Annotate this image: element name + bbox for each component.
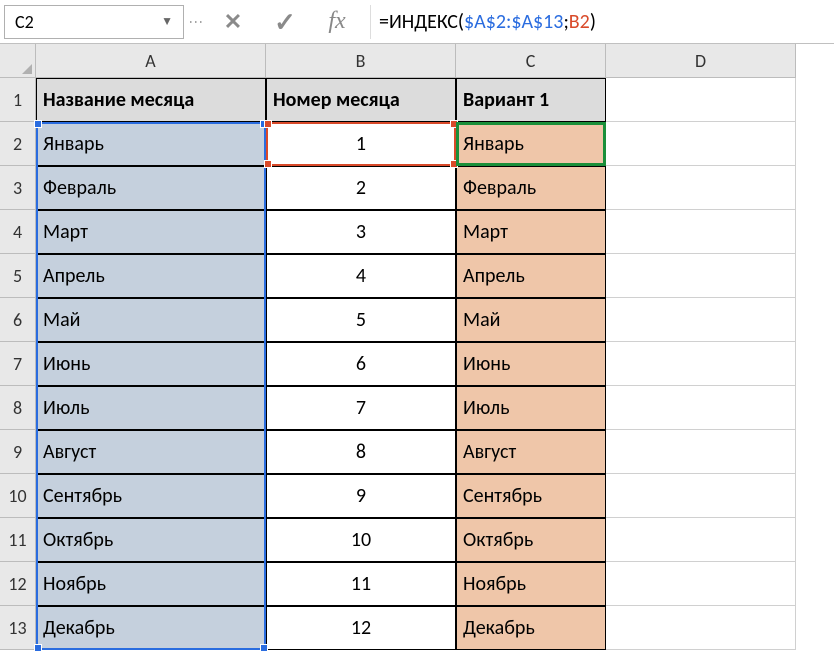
row-header-8[interactable]: 8	[0, 386, 36, 430]
confirm-icon: ✓	[274, 6, 296, 38]
cell-B1[interactable]: Номер месяца	[266, 78, 456, 122]
cell-B7[interactable]: 6	[266, 342, 456, 386]
cancel-button[interactable]: ✕	[208, 5, 258, 39]
cell-A4[interactable]: Март	[36, 210, 266, 254]
row-header-6[interactable]: 6	[0, 298, 36, 342]
cell-B11[interactable]: 10	[266, 518, 456, 562]
row-header-2[interactable]: 2	[0, 122, 36, 166]
cell-D13[interactable]	[606, 606, 796, 650]
grid: A B C D Название месяца Номер месяца Вар…	[36, 44, 796, 650]
name-box-dropdown-icon[interactable]: ▼	[161, 14, 173, 29]
row-header-10[interactable]: 10	[0, 474, 36, 518]
cell-D10[interactable]	[606, 474, 796, 518]
cell-B5[interactable]: 4	[266, 254, 456, 298]
cell-C12[interactable]: Ноябрь	[456, 562, 606, 606]
select-all-corner[interactable]	[0, 44, 36, 78]
cell-A7[interactable]: Июнь	[36, 342, 266, 386]
cell-A6[interactable]: Май	[36, 298, 266, 342]
row-header-9[interactable]: 9	[0, 430, 36, 474]
cell-D8[interactable]	[606, 386, 796, 430]
sheet-area: 1 2 3 4 5 6 7 8 9 10 11 12 13 A B C D На…	[0, 44, 834, 650]
cell-C13[interactable]: Декабрь	[456, 606, 606, 650]
cell-A13[interactable]: Декабрь	[36, 606, 266, 650]
row-header-13[interactable]: 13	[0, 606, 36, 650]
row-header-11[interactable]: 11	[0, 518, 36, 562]
row-header-3[interactable]: 3	[0, 166, 36, 210]
col-header-A[interactable]: A	[36, 44, 266, 78]
row-header-5[interactable]: 5	[0, 254, 36, 298]
cell-C8[interactable]: Июль	[456, 386, 606, 430]
cell-D4[interactable]	[606, 210, 796, 254]
name-box-value: C2	[15, 11, 34, 33]
cell-B4[interactable]: 3	[266, 210, 456, 254]
cell-C6[interactable]: Май	[456, 298, 606, 342]
cancel-icon: ✕	[224, 8, 242, 35]
col-header-C[interactable]: C	[456, 44, 606, 78]
cell-C10[interactable]: Сентябрь	[456, 474, 606, 518]
row-header-1[interactable]: 1	[0, 78, 36, 122]
cell-C1[interactable]: Вариант 1	[456, 78, 606, 122]
cell-B8[interactable]: 7	[266, 386, 456, 430]
cell-B9[interactable]: 8	[266, 430, 456, 474]
cell-D3[interactable]	[606, 166, 796, 210]
cell-C9[interactable]: Август	[456, 430, 606, 474]
confirm-button[interactable]: ✓	[260, 5, 310, 39]
cell-D9[interactable]	[606, 430, 796, 474]
cell-B6[interactable]: 5	[266, 298, 456, 342]
cell-A3[interactable]: Февраль	[36, 166, 266, 210]
cell-A9[interactable]: Август	[36, 430, 266, 474]
cell-A1[interactable]: Название месяца	[36, 78, 266, 122]
cell-D6[interactable]	[606, 298, 796, 342]
cell-C7[interactable]: Июнь	[456, 342, 606, 386]
formula-input[interactable]: =ИНДЕКС($A$2:$A$13;B2)	[370, 5, 830, 39]
cell-D1[interactable]	[606, 78, 796, 122]
cell-B10[interactable]: 9	[266, 474, 456, 518]
formula-bar-grip[interactable]: ⋮	[186, 15, 206, 28]
row-header-7[interactable]: 7	[0, 342, 36, 386]
cell-A12[interactable]: Ноябрь	[36, 562, 266, 606]
cell-D2[interactable]	[606, 122, 796, 166]
row-header-4[interactable]: 4	[0, 210, 36, 254]
cell-B3[interactable]: 2	[266, 166, 456, 210]
formula-text: =ИНДЕКС($A$2:$A$13;B2)	[379, 10, 596, 34]
cell-D5[interactable]	[606, 254, 796, 298]
cell-D11[interactable]	[606, 518, 796, 562]
cell-C4[interactable]: Март	[456, 210, 606, 254]
cell-C11[interactable]: Октябрь	[456, 518, 606, 562]
cell-C2[interactable]: Январь	[456, 122, 606, 166]
cell-A11[interactable]: Октябрь	[36, 518, 266, 562]
cell-A2[interactable]: Январь	[36, 122, 266, 166]
cell-A5[interactable]: Апрель	[36, 254, 266, 298]
cell-D7[interactable]	[606, 342, 796, 386]
col-header-D[interactable]: D	[606, 44, 796, 78]
fx-icon: fx	[328, 8, 345, 35]
cell-C5[interactable]: Апрель	[456, 254, 606, 298]
cell-B13[interactable]: 12	[266, 606, 456, 650]
fx-button[interactable]: fx	[312, 5, 362, 39]
formula-bar: C2 ▼ ⋮ ✕ ✓ fx =ИНДЕКС($A$2:$A$13;B2)	[0, 0, 834, 44]
row-header-12[interactable]: 12	[0, 562, 36, 606]
col-header-B[interactable]: B	[266, 44, 456, 78]
cell-A8[interactable]: Июль	[36, 386, 266, 430]
cell-B12[interactable]: 11	[266, 562, 456, 606]
name-box[interactable]: C2 ▼	[4, 5, 184, 39]
cell-B2[interactable]: 1	[266, 122, 456, 166]
cell-A10[interactable]: Сентябрь	[36, 474, 266, 518]
cell-C3[interactable]: Февраль	[456, 166, 606, 210]
cell-D12[interactable]	[606, 562, 796, 606]
